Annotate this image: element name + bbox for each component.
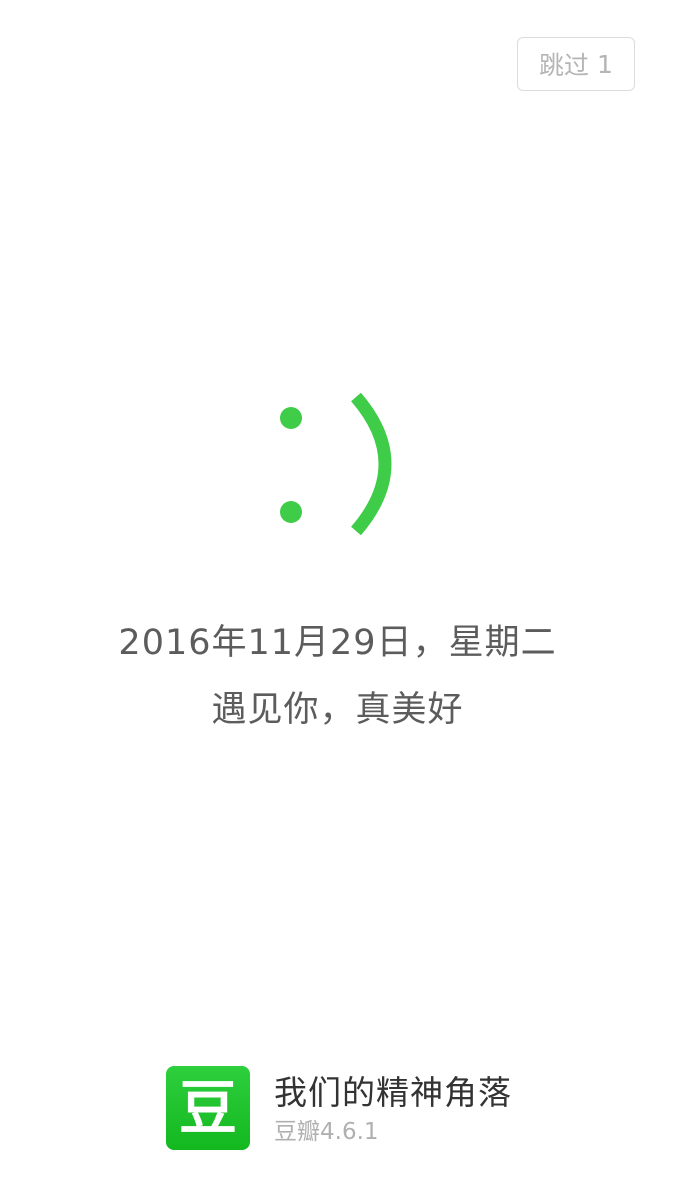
splash-screen: 跳过 1 2016年11月29日，星期二 遇见你，真美好 豆 我们的精神角落 豆…	[0, 0, 675, 1201]
skip-label: 跳过	[539, 51, 590, 80]
brand-slogan: 我们的精神角落	[274, 1073, 512, 1112]
smiley-eye-bottom	[280, 501, 302, 523]
smiley-mouth	[351, 392, 392, 536]
skip-countdown: 1	[597, 49, 613, 79]
date-line: 2016年11月29日，星期二	[118, 623, 557, 663]
douban-logo-icon: 豆	[166, 1066, 250, 1150]
smiley-eye-top	[280, 407, 302, 429]
skip-button[interactable]: 跳过 1	[517, 37, 635, 91]
smiley-emoticon-icon	[280, 392, 392, 536]
app-version: 豆瓣4.6.1	[274, 1119, 379, 1145]
logo-glyph: 豆	[178, 1074, 237, 1142]
greeting-line: 遇见你，真美好	[211, 690, 464, 730]
